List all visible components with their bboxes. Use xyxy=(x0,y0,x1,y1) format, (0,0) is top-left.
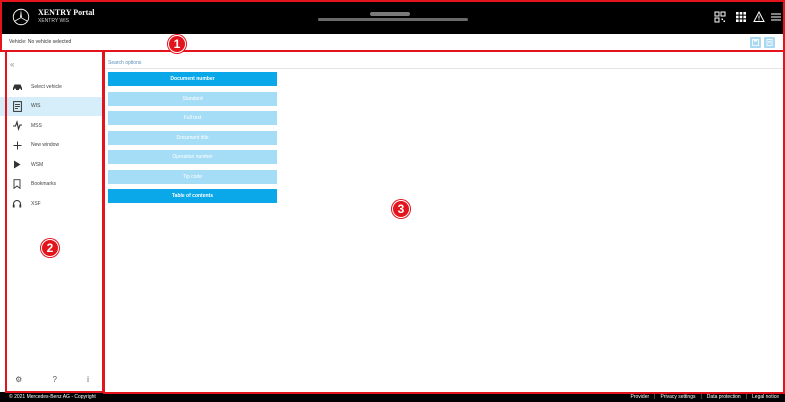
search-options-label: Search options xyxy=(108,60,142,66)
plus-icon xyxy=(11,139,23,151)
footer-link-legal-notice[interactable]: Legal notice xyxy=(752,394,779,400)
brand-subtitle: XENTRY WIS xyxy=(38,18,69,24)
footer-links: Provider | Privacy settings | Data prote… xyxy=(630,394,779,400)
search-option-document-title[interactable]: Document title xyxy=(108,130,277,145)
divider xyxy=(106,68,785,69)
sidebar-item-select-vehicle[interactable]: Select vehicle xyxy=(0,77,104,97)
info-icon[interactable]: i xyxy=(87,375,89,384)
collapse-sidebar-button[interactable]: « xyxy=(10,60,14,69)
annotation-marker-2: 2 xyxy=(41,239,59,257)
sidebar-footer: ⚙ ? i xyxy=(0,372,104,386)
sidebar-item-label: WIS xyxy=(31,103,41,110)
bookmark-icon xyxy=(11,178,23,190)
sidebar-item-label: Select vehicle xyxy=(31,83,62,90)
brand: XENTRY Portal XENTRY WIS xyxy=(38,9,95,24)
help-icon[interactable]: ? xyxy=(52,375,56,384)
brand-title: XENTRY Portal xyxy=(38,8,95,17)
hamburger-menu-icon[interactable] xyxy=(770,11,782,23)
search-option-list: Document number Standard Full text Docum… xyxy=(108,72,277,209)
blurred-header-info xyxy=(318,12,488,24)
sidebar-item-label: XSF xyxy=(31,200,41,207)
document-button[interactable] xyxy=(764,37,775,48)
vehicle-status-label: Vehicle: No vehicle selected xyxy=(9,39,72,45)
sidebar-item-wis[interactable]: WIS xyxy=(0,96,104,116)
sidebar: « Select vehicle WIS MSS New window WSM … xyxy=(0,52,105,392)
warning-icon[interactable] xyxy=(753,11,765,23)
sidebar-item-wsm[interactable]: WSM xyxy=(0,155,104,175)
settings-icon[interactable]: ⚙ xyxy=(15,375,22,384)
search-option-operation-number[interactable]: Operation number xyxy=(108,150,277,164)
vehicle-bar: Vehicle: No vehicle selected xyxy=(0,34,785,51)
sidebar-item-label: MSS xyxy=(31,122,42,129)
main-content: Search options Document number Standard … xyxy=(106,52,785,392)
search-option-table-of-contents[interactable]: Table of contents xyxy=(108,189,277,203)
sidebar-item-bookmarks[interactable]: Bookmarks xyxy=(0,175,104,195)
sidebar-item-new-window[interactable]: New window xyxy=(0,136,104,156)
headset-icon xyxy=(11,198,23,210)
sidebar-item-label: New window xyxy=(31,142,60,149)
sidebar-nav: Select vehicle WIS MSS New window WSM Bo… xyxy=(0,77,104,214)
search-option-standard[interactable]: Standard xyxy=(108,91,277,106)
qr-code-icon[interactable] xyxy=(714,11,726,23)
wis-book-icon xyxy=(11,100,23,112)
car-icon xyxy=(11,81,23,93)
footer-link-privacy-settings[interactable]: Privacy settings xyxy=(660,394,695,400)
search-option-full-text[interactable]: Full text xyxy=(108,111,277,125)
save-button[interactable] xyxy=(750,37,761,48)
footer-link-data-protection[interactable]: Data protection xyxy=(707,394,741,400)
annotation-marker-3: 3 xyxy=(392,200,410,218)
sidebar-item-label: WSM xyxy=(31,161,44,168)
document-icon xyxy=(766,39,773,46)
footer-link-provider[interactable]: Provider xyxy=(631,394,650,400)
top-header: XENTRY Portal XENTRY WIS xyxy=(0,0,785,34)
sidebar-item-xsf[interactable]: XSF xyxy=(0,194,104,214)
copyright-text: © 2021 Mercedes-Benz AG - Copyright xyxy=(9,394,96,400)
page-footer: © 2021 Mercedes-Benz AG - Copyright Prov… xyxy=(0,392,785,402)
sidebar-item-mss[interactable]: MSS xyxy=(0,116,104,136)
annotation-marker-1: 1 xyxy=(168,35,186,53)
sidebar-item-label: Bookmarks xyxy=(31,181,57,188)
search-option-document-number[interactable]: Document number xyxy=(108,72,277,86)
save-icon xyxy=(752,39,759,46)
mercedes-star-logo-icon[interactable] xyxy=(12,8,30,26)
play-icon xyxy=(11,159,23,171)
mss-icon xyxy=(11,120,23,132)
grid-apps-icon[interactable] xyxy=(735,11,747,23)
search-option-tip-code[interactable]: Tip code xyxy=(108,169,277,184)
